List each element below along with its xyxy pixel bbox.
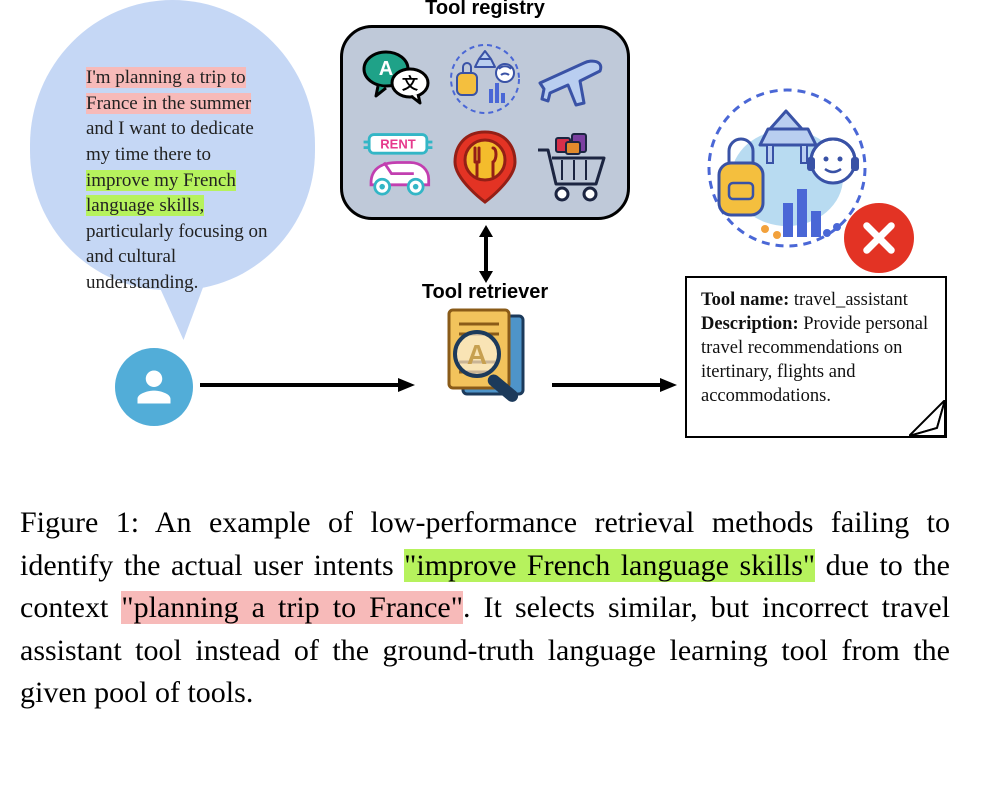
user-avatar-icon	[115, 348, 193, 426]
tool-registry-label: Tool registry	[340, 0, 630, 20]
user-query-text: I'm planning a trip to France in the sum…	[86, 65, 316, 296]
restaurant-tool-icon	[445, 126, 525, 206]
svg-text:文: 文	[402, 74, 419, 93]
caption-intent-highlight: "improve French language skills"	[404, 549, 815, 582]
tool-desc-label: Description:	[701, 314, 799, 334]
query-context-highlight: France in the summer	[86, 93, 251, 114]
tool-registry-box: A 文	[340, 25, 630, 220]
travel-assistant-tool-icon	[445, 39, 525, 119]
shopping-tool-icon	[532, 126, 612, 206]
tool-retriever-icon: A	[435, 306, 535, 414]
car-rental-tool-icon: RENT	[358, 126, 438, 206]
translate-tool-icon: A 文	[358, 39, 438, 119]
query-intent-highlight: improve my French	[86, 170, 236, 191]
svg-text:A: A	[467, 339, 487, 370]
retrieved-tool-card: Tool name: travel_assistant Description:…	[685, 276, 947, 438]
registry-retriever-arrow-icon	[479, 225, 493, 283]
tool-retriever-label: Tool retriever	[340, 281, 630, 304]
figure-caption: Figure 1: An example of low-performance …	[20, 502, 950, 715]
query-context-highlight: I'm planning a trip to	[86, 67, 246, 88]
figure-diagram: I'm planning a trip to France in the sum…	[0, 0, 992, 490]
query-text-line: and I want to dedicate	[86, 118, 254, 139]
user-query-bubble: I'm planning a trip to France in the sum…	[30, 0, 315, 350]
query-text-line: and cultural	[86, 246, 176, 267]
retriever-to-result-arrow-icon	[552, 378, 677, 392]
caption-context-highlight: "planning a trip to France"	[121, 591, 463, 624]
query-text-line: particularly focusing on	[86, 221, 268, 242]
query-intent-highlight: language skills,	[86, 195, 204, 216]
query-text-line: understanding.	[86, 272, 198, 293]
svg-text:RENT: RENT	[381, 136, 416, 151]
tool-name-label: Tool name:	[701, 290, 789, 310]
tool-name-value: travel_assistant	[794, 290, 908, 310]
flight-tool-icon	[532, 39, 612, 119]
card-fold-icon	[909, 400, 945, 436]
incorrect-result-icon	[844, 203, 914, 273]
user-to-retriever-arrow-icon	[200, 378, 415, 392]
svg-text:A: A	[379, 58, 393, 80]
query-text-line: my time there to	[86, 144, 211, 165]
